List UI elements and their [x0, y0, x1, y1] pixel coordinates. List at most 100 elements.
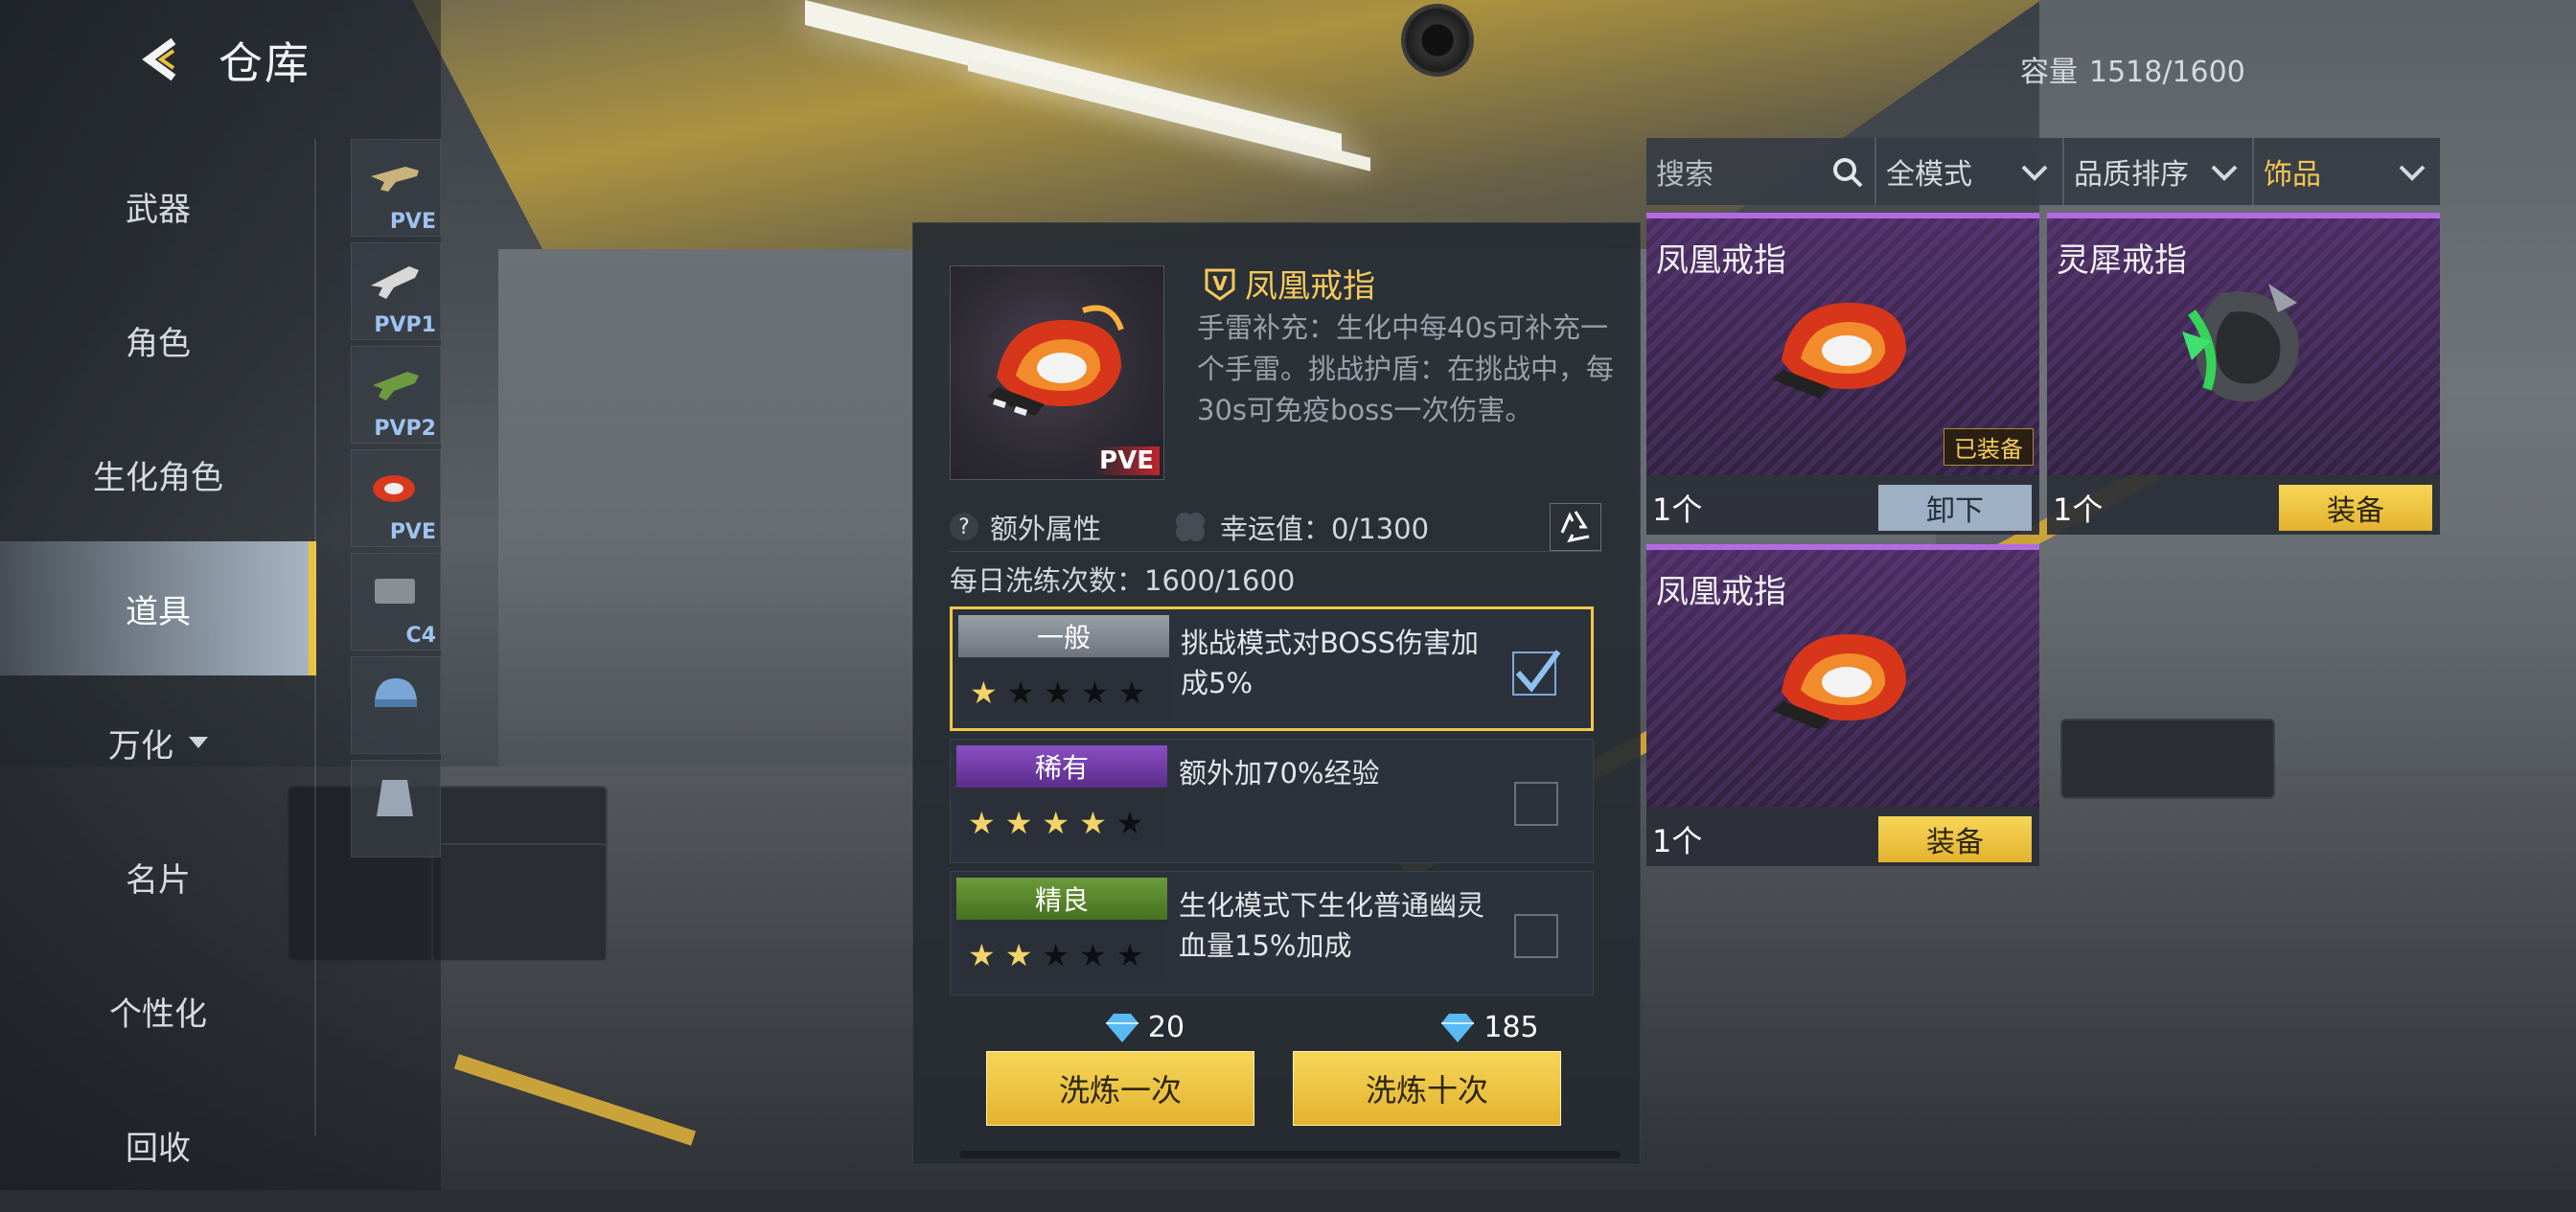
rank-box: 稀有 ★ ★ ★ ★ ★: [956, 745, 1167, 851]
nav-label: 角色: [126, 324, 191, 363]
diamond-icon: [1105, 1013, 1138, 1042]
search-input[interactable]: 搜索: [1646, 138, 1876, 205]
equip-button[interactable]: 装备: [2279, 485, 2432, 531]
item-count: 1个: [1652, 492, 1703, 528]
nav-item-props[interactable]: 道具: [0, 541, 316, 675]
item-name: V 凤凰戒指: [1201, 260, 1375, 307]
thumb-pvp2-weapon[interactable]: PVP2: [351, 346, 441, 444]
nav-label: 回收: [126, 1129, 191, 1168]
thumb-vest[interactable]: [351, 760, 441, 858]
caret-down-icon: [189, 737, 208, 748]
option-checkbox[interactable]: [1514, 782, 1558, 826]
thumb-pvp1-weapon[interactable]: PVP1: [351, 242, 441, 340]
item-name-text: 凤凰戒指: [1245, 267, 1375, 306]
back-arrow-icon: [142, 37, 176, 81]
option-text: 挑战模式对BOSS伤害加成5%: [1181, 627, 1480, 699]
refine-ten-button[interactable]: 洗炼十次: [1293, 1051, 1561, 1126]
chevron-down-icon: [2021, 165, 2048, 181]
cost-once: 20: [1067, 1011, 1220, 1044]
item-card[interactable]: 凤凰戒指 1个 装备: [1646, 544, 2039, 866]
nav-item-cards[interactable]: 名片: [0, 810, 316, 944]
item-card-art: 凤凰戒指: [1646, 550, 2039, 807]
capacity-value: 1518/1600: [2089, 56, 2245, 89]
refine-option[interactable]: 精良 ★ ★ ★ ★ ★ 生化模式下生化普通幽灵血量15%加成: [950, 871, 1594, 995]
phoenix-ring-icon: [373, 475, 415, 502]
item-card[interactable]: 灵犀戒指 1个 装备: [2047, 213, 2440, 535]
cost-ten-value: 185: [1484, 1011, 1539, 1044]
star-rating: ★ ★ ★ ★ ★: [970, 675, 1146, 711]
item-card-art: 灵犀戒指: [2047, 218, 2440, 475]
thumb-label: C4: [405, 624, 436, 648]
chevron-down-icon: [2399, 165, 2426, 181]
thumb-pve-weapon[interactable]: PVE: [351, 139, 441, 237]
item-card-footer: 1个 装备: [2047, 481, 2440, 535]
refine-buttons: 洗炼一次 洗炼十次: [986, 1051, 1561, 1126]
lingxi-ring-icon: [2182, 284, 2299, 402]
subcategory-thumbs: PVE PVP1 PVP2 PVE C4: [351, 139, 441, 863]
item-count: 1个: [1652, 823, 1703, 859]
item-detail-panel: PVE V 凤凰戒指 手雷补充：生化中每40s可补充一个手雷。挑战护盾：在挑战中…: [912, 222, 1641, 1165]
diamond-icon: [1441, 1013, 1475, 1042]
vip-v-icon: V: [1205, 268, 1235, 301]
option-text: 生化模式下生化普通幽灵血量15%加成: [1179, 889, 1485, 962]
gun-icon: [373, 372, 419, 400]
thumb-pve-ring[interactable]: PVE: [351, 449, 441, 547]
helmet-icon: [375, 678, 417, 707]
cost-once-value: 20: [1147, 1011, 1185, 1044]
gun-icon: [371, 167, 419, 192]
clover-icon: [1176, 513, 1206, 541]
refine-costs: 20 185: [1067, 1011, 1565, 1044]
refine-once-button[interactable]: 洗炼一次: [986, 1051, 1254, 1126]
category-nav: 武器 角色 生化角色 道具 万化 名片 个性化 回收: [0, 139, 316, 1212]
equip-button[interactable]: 装备: [1878, 816, 2032, 862]
nav-label: 万化: [108, 726, 173, 766]
phoenix-ring-icon: [1772, 634, 1906, 730]
filter-bar: 搜索 全模式 品质排序 饰品: [1646, 138, 2440, 205]
attribute-row: ? 额外属性 幸运值：0/1300: [950, 503, 1601, 552]
nav-label: 道具: [126, 592, 191, 631]
type-dropdown[interactable]: 饰品: [2254, 138, 2440, 205]
recycle-button[interactable]: [1550, 503, 1601, 551]
option-checkbox[interactable]: [1512, 650, 1561, 696]
ceiling-fan-icon: [1401, 4, 1474, 77]
rank-label: 稀有: [956, 745, 1167, 788]
equipped-badge: 已装备: [1944, 428, 2034, 466]
thumb-label: PVE: [389, 210, 436, 234]
back-button[interactable]: [132, 31, 190, 88]
refine-option[interactable]: 一般 ★ ★ ★ ★ ★ 挑战模式对BOSS伤害加成5%: [950, 606, 1594, 731]
item-card[interactable]: 凤凰戒指 已装备 1个 卸下: [1646, 213, 2039, 535]
gun-icon: [371, 266, 419, 299]
rank-label: 精良: [956, 878, 1167, 920]
capacity-label: 容量: [2020, 56, 2078, 89]
phoenix-ring-icon: [987, 305, 1124, 416]
search-placeholder: 搜索: [1656, 158, 1714, 192]
rank-box: 一般 ★ ★ ★ ★ ★: [958, 615, 1169, 720]
thumb-label: PVE: [389, 520, 436, 544]
option-checkbox[interactable]: [1514, 914, 1558, 958]
refine-options: 一般 ★ ★ ★ ★ ★ 挑战模式对BOSS伤害加成5% 稀有 ★ ★ ★ ★ ★ 额外加70%…: [950, 606, 1594, 1003]
luck-value: 幸运值：0/1300: [1220, 513, 1430, 545]
thumb-c4[interactable]: C4: [351, 553, 441, 651]
item-card-art: 凤凰戒指 已装备: [1646, 218, 2039, 475]
sort-dropdown[interactable]: 品质排序: [2064, 138, 2254, 205]
recycle-icon: [1560, 511, 1590, 543]
check-icon: [1515, 650, 1561, 693]
help-icon[interactable]: ?: [950, 513, 978, 541]
thumb-label: PVP2: [374, 417, 436, 441]
nav-item-personalize[interactable]: 个性化: [0, 944, 316, 1078]
unequip-button[interactable]: 卸下: [1878, 485, 2032, 531]
nav-item-weapons[interactable]: 武器: [0, 139, 316, 273]
nav-item-bio-characters[interactable]: 生化角色: [0, 407, 316, 541]
chevron-down-icon: [2211, 165, 2238, 181]
nav-item-recycle[interactable]: 回收: [0, 1078, 316, 1212]
nav-item-wanhua[interactable]: 万化: [0, 675, 316, 810]
thumb-helmet[interactable]: [351, 656, 441, 754]
mode-dropdown[interactable]: 全模式: [1876, 138, 2064, 205]
refine-option[interactable]: 稀有 ★ ★ ★ ★ ★ 额外加70%经验: [950, 739, 1594, 863]
option-text: 额外加70%经验: [1179, 757, 1380, 789]
scrollbar[interactable]: [959, 1151, 1621, 1158]
item-description: 手雷补充：生化中每40s可补充一个手雷。挑战护盾：在挑战中，每30s可免疫bos…: [1197, 311, 1615, 426]
item-card-footer: 1个 装备: [1646, 812, 2039, 866]
nav-item-characters[interactable]: 角色: [0, 273, 316, 407]
item-image: PVE: [950, 265, 1164, 480]
